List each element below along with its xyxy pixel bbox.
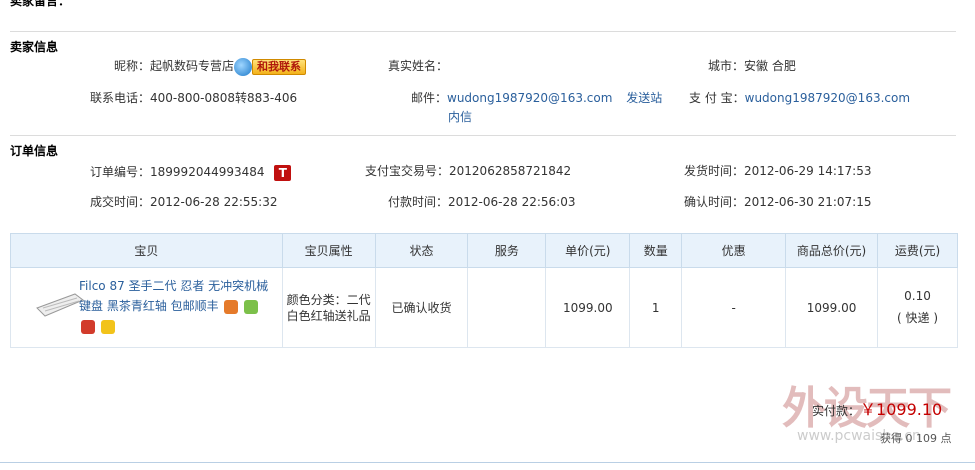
pay-time-label: 付款时间： xyxy=(388,195,449,209)
phone-value: 400-800-0808转883-406 xyxy=(150,91,298,105)
bottom-border xyxy=(0,462,975,463)
city-label: 城市： xyxy=(708,59,745,73)
wangwang-icon[interactable] xyxy=(234,57,253,76)
paid-amount: 1099.10 xyxy=(876,400,943,419)
col-header-attr: 宝贝属性 xyxy=(281,233,376,268)
item-discount: - xyxy=(681,267,787,348)
item-attr: 颜色分类：二代白色红轴送礼品 xyxy=(281,267,376,348)
item-price: 1099.00 xyxy=(545,267,631,348)
item-total: 1099.00 xyxy=(785,267,879,348)
col-header-shipping: 运费(元) xyxy=(877,233,958,268)
item-status: 已确认收货 xyxy=(374,267,469,348)
seller-section-title: 卖家信息 xyxy=(10,40,59,54)
send-message-link[interactable]: 发送站 xyxy=(626,91,662,105)
deal-time-row: 成交时间：2012-06-28 22:55:32 xyxy=(90,193,277,210)
pay-time-value: 2012-06-28 22:56:03 xyxy=(448,195,576,209)
deal-time-value: 2012-06-28 22:55:32 xyxy=(150,195,278,209)
points-earned: 获得 0 109 点 xyxy=(880,432,952,445)
service-badge-icon[interactable] xyxy=(100,319,115,334)
send-message-link-cont[interactable]: 内信 xyxy=(448,108,472,125)
alipay-row: 支 付 宝：wudong1987920@163.com xyxy=(689,89,910,106)
email-label: 邮件： xyxy=(411,91,448,105)
tmall-t-icon[interactable]: T xyxy=(274,164,292,181)
paid-label: 实付款： xyxy=(812,404,861,418)
seller-message-label: 卖家留言： xyxy=(10,0,71,8)
alipay-trade-value: 2012062858721842 xyxy=(449,164,572,178)
order-items-table: 宝贝 宝贝属性 状态 服务 单价(元) 数量 优惠 商品总价(元) 运费(元) … xyxy=(10,233,958,348)
confirm-time-value: 2012-06-30 21:07:15 xyxy=(744,195,872,209)
col-header-qty: 数量 xyxy=(629,233,683,268)
col-header-total: 商品总价(元) xyxy=(785,233,879,268)
guarantee-badge-icon[interactable] xyxy=(244,299,259,314)
alipay-label: 支 付 宝： xyxy=(689,91,745,105)
item-service xyxy=(467,267,547,348)
keyboard-thumbnail[interactable] xyxy=(35,290,85,320)
alipay-trade-row: 支付宝交易号：2012062858721842 xyxy=(365,162,571,179)
confirm-time-row: 确认时间：2012-06-30 21:07:15 xyxy=(684,193,871,210)
table-header-row: 宝贝 宝贝属性 状态 服务 单价(元) 数量 优惠 商品总价(元) 运费(元) xyxy=(10,233,958,268)
nickname-value[interactable]: 起帆数码专营店 xyxy=(150,59,234,73)
col-header-status: 状态 xyxy=(374,233,469,268)
order-no-value: 189992044993484 xyxy=(150,165,265,179)
order-no-row: 订单编号：189992044993484 T xyxy=(90,163,292,181)
seven-day-return-icon[interactable] xyxy=(81,319,95,334)
phone-label: 联系电话： xyxy=(90,91,151,105)
item-title-link[interactable]: Filco 87 圣手二代 忍者 无冲突机械键盘 黑茶青红轴 包邮顺丰 xyxy=(79,276,279,336)
pay-time-row: 付款时间：2012-06-28 22:56:03 xyxy=(388,193,575,210)
item-shipping-method: ( 快递 ) xyxy=(897,311,939,325)
order-section-title: 订单信息 xyxy=(10,144,59,158)
contact-seller-button[interactable]: 和我联系 xyxy=(252,58,307,75)
col-header-price: 单价(元) xyxy=(545,233,631,268)
item-shipping-cell: 0.10 ( 快递 ) xyxy=(877,267,958,348)
item-cell: Filco 87 圣手二代 忍者 无冲突机械键盘 黑茶青红轴 包邮顺丰 xyxy=(10,267,283,348)
deal-time-label: 成交时间： xyxy=(90,195,151,209)
promo-badge-icon[interactable] xyxy=(224,299,239,314)
confirm-time-label: 确认时间： xyxy=(684,195,745,209)
alipay-trade-label: 支付宝交易号： xyxy=(365,164,450,178)
divider xyxy=(10,31,956,32)
col-header-item: 宝贝 xyxy=(10,233,283,268)
divider xyxy=(10,135,956,136)
item-title[interactable]: Filco 87 圣手二代 忍者 无冲突机械键盘 黑茶青红轴 包邮顺丰 xyxy=(79,279,268,313)
realname-row: 真实姓名： xyxy=(388,57,448,74)
currency-symbol: ￥ xyxy=(860,400,877,419)
table-row: Filco 87 圣手二代 忍者 无冲突机械键盘 黑茶青红轴 包邮顺丰 颜色分类… xyxy=(10,267,958,348)
paid-row: 实付款：￥1099.10 xyxy=(812,396,942,420)
ship-time-value: 2012-06-29 14:17:53 xyxy=(744,164,872,178)
nickname-label: 昵称： xyxy=(114,59,151,73)
alipay-link[interactable]: wudong1987920@163.com xyxy=(745,91,910,105)
order-no-label: 订单编号： xyxy=(90,165,151,179)
ship-time-label: 发货时间： xyxy=(684,164,745,178)
item-shipping: 0.10 xyxy=(904,289,931,303)
col-header-discount: 优惠 xyxy=(681,233,787,268)
item-qty: 1 xyxy=(629,267,683,348)
nickname-row: 昵称：起帆数码专营店 和我联系 xyxy=(114,57,307,76)
ship-time-row: 发货时间：2012-06-29 14:17:53 xyxy=(684,162,871,179)
city-value: 安徽 合肥 xyxy=(744,59,796,73)
phone-row: 联系电话：400-800-0808转883-406 xyxy=(90,89,297,106)
col-header-service: 服务 xyxy=(467,233,547,268)
email-row: 邮件：wudong1987920@163.com 发送站 xyxy=(411,89,662,106)
city-row: 城市：安徽 合肥 xyxy=(708,57,796,74)
realname-label: 真实姓名： xyxy=(388,59,449,73)
email-link[interactable]: wudong1987920@163.com xyxy=(447,91,612,105)
